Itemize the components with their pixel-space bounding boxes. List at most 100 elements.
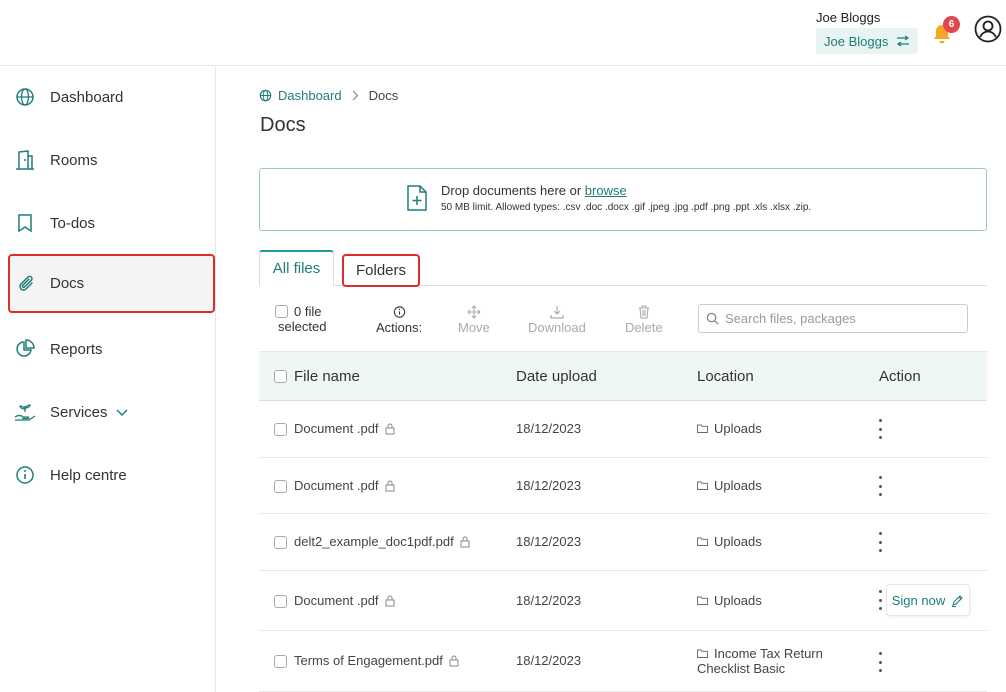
location-cell[interactable]: Uploads [697,534,762,549]
date-cell: 18/12/2023 [516,421,582,436]
row-menu-button[interactable] [875,652,885,672]
sidebar-item-label: To-dos [50,214,96,232]
sidebar-item-todos[interactable]: To-dos [0,195,216,251]
sidebar-item-docs[interactable]: Docs [8,254,215,313]
sidebar: Dashboard Rooms To-dos Docs Reports Serv… [0,66,216,692]
notification-badge: 6 [943,16,960,33]
lock-icon [385,423,395,434]
account-switcher[interactable]: Joe Bloggs [816,28,919,54]
row-checkbox[interactable] [274,595,287,608]
row-menu-button[interactable] [875,590,885,610]
lock-icon [449,655,459,666]
select-all-checkbox[interactable] [275,305,288,318]
location-cell[interactable]: Uploads [697,478,762,493]
user-name: Joe Bloggs [816,10,881,25]
breadcrumb-current: Docs [368,88,399,103]
table-row[interactable]: delt2_example_doc1pdf.pdf 18/12/2023 Upl… [259,514,987,571]
files-toolbar: 0 file selected Actions: Move Download D… [259,296,987,352]
bookmark-icon [14,212,36,234]
trash-icon [638,305,649,319]
chevron-down-icon [116,408,128,416]
globe-icon [259,89,272,102]
sidebar-item-label: Services [50,404,128,421]
row-menu-button[interactable] [875,532,885,552]
file-dropzone[interactable]: Drop documents here or browse 50 MB limi… [259,168,987,231]
building-icon [14,149,36,171]
sidebar-item-dashboard[interactable]: Dashboard [0,69,216,125]
table-row[interactable]: Document .pdf 18/12/2023 Uploads [259,401,987,458]
sidebar-item-label: Reports [50,340,103,358]
header-checkbox[interactable] [274,370,287,383]
hand-plant-icon [14,401,36,423]
row-menu-button[interactable] [875,419,885,439]
tab-folders[interactable]: Folders [342,254,420,287]
paperclip-icon [16,273,38,295]
folder-icon [697,649,708,658]
row-checkbox[interactable] [274,423,287,436]
browse-link[interactable]: browse [585,183,627,198]
dropzone-text: Drop documents here or browse [441,183,627,198]
move-button[interactable]: Move [458,304,490,335]
breadcrumb: Dashboard Docs [259,88,398,103]
user-avatar-icon[interactable] [974,15,1002,43]
folder-icon [697,424,708,433]
tab-all-files[interactable]: All files [259,250,334,286]
info-icon [14,464,36,486]
sidebar-item-rooms[interactable]: Rooms [0,132,216,188]
column-file-name[interactable]: File name [294,368,360,385]
search-icon [706,312,719,325]
table-row[interactable]: Document .pdf 18/12/2023 Uploads [259,458,987,514]
table-row[interactable]: Terms of Engagement.pdf 18/12/2023 Incom… [259,631,987,692]
row-checkbox[interactable] [274,480,287,493]
breadcrumb-dashboard-link[interactable]: Dashboard [278,88,342,103]
column-location[interactable]: Location [697,368,754,385]
page-title: Docs [260,114,306,136]
location-cell[interactable]: Income Tax Return Checklist Basic [697,646,823,676]
folder-icon [697,537,708,546]
search-input[interactable] [725,311,965,326]
file-name-cell[interactable]: Document .pdf [294,478,395,493]
move-icon [467,305,481,319]
location-cell[interactable]: Uploads [697,593,762,608]
row-menu-button[interactable] [875,476,885,496]
date-cell: 18/12/2023 [516,534,582,549]
pen-icon [952,594,964,607]
column-date-upload[interactable]: Date upload [516,368,597,385]
account-switch-label: Joe Bloggs [824,33,889,49]
sidebar-item-label: Help centre [50,466,127,484]
sign-now-button[interactable]: Sign now [886,584,970,616]
actions-label: Actions: [376,304,422,335]
column-action: Action [879,368,921,385]
sidebar-item-label: Docs [50,275,85,292]
info-icon [393,306,405,318]
file-name-cell[interactable]: delt2_example_doc1pdf.pdf [294,534,470,549]
file-name-cell[interactable]: Document .pdf [294,593,395,608]
row-checkbox[interactable] [274,655,287,668]
date-cell: 18/12/2023 [516,593,582,608]
folder-icon [697,596,708,605]
download-button[interactable]: Download [528,304,586,335]
sidebar-item-label: Rooms [50,151,98,169]
pie-chart-icon [14,338,36,360]
lock-icon [385,595,395,606]
sidebar-item-help-centre[interactable]: Help centre [0,447,216,503]
file-name-cell[interactable]: Terms of Engagement.pdf [294,653,459,668]
lock-icon [460,536,470,547]
sidebar-item-reports[interactable]: Reports [0,321,216,377]
sidebar-item-services[interactable]: Services [0,384,216,440]
table-row[interactable]: Document .pdf 18/12/2023 Uploads Sign no… [259,571,987,631]
dropzone-limits: 50 MB limit. Allowed types: .csv .doc .d… [441,202,812,213]
swap-icon [897,35,910,47]
table-header: File name Date upload Location Action [259,352,987,401]
top-header: Joe Bloggs Joe Bloggs 6 [0,0,1006,66]
file-tabs: All files Folders [259,250,987,287]
file-name-cell[interactable]: Document .pdf [294,421,395,436]
download-icon [550,306,564,319]
location-cell[interactable]: Uploads [697,421,762,436]
lock-icon [385,480,395,491]
search-box [698,304,968,333]
chevron-right-icon [352,90,358,101]
file-add-icon [407,185,427,211]
delete-button[interactable]: Delete [625,304,663,335]
row-checkbox[interactable] [274,536,287,549]
